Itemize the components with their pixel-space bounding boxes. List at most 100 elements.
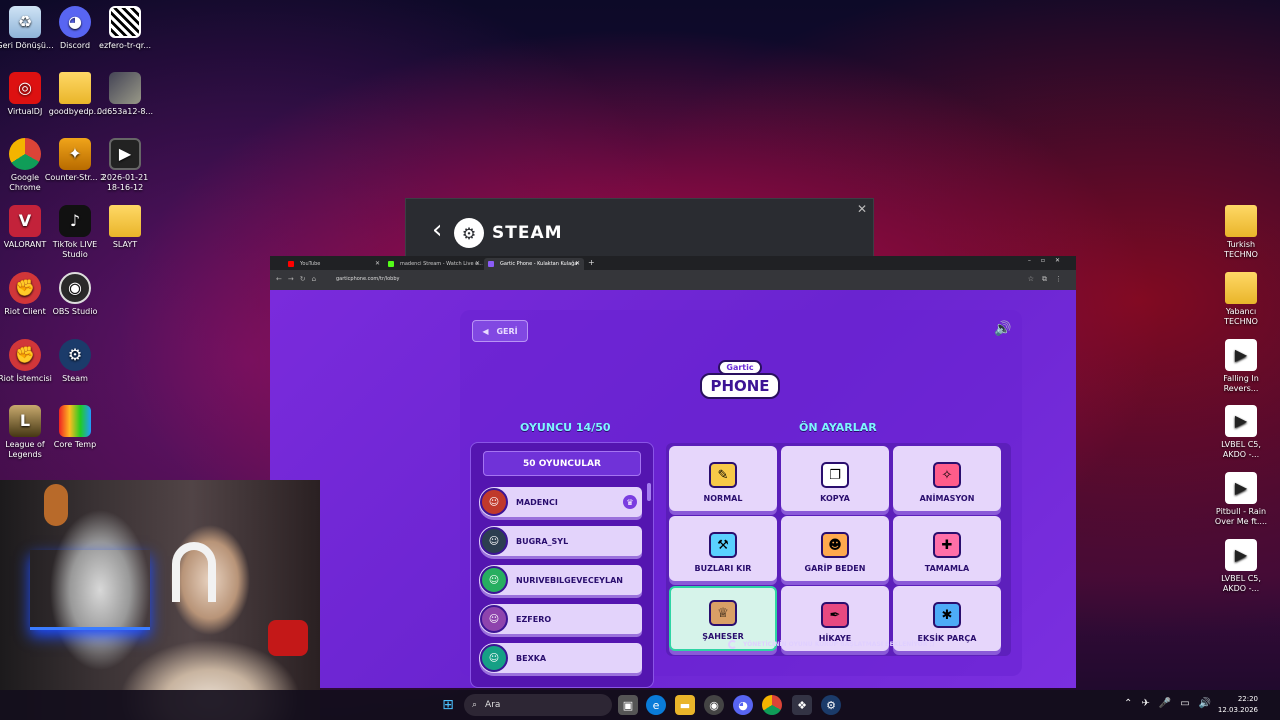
desktop-icon[interactable]: ▶ 2026-01-21 18-16-12	[94, 138, 156, 193]
file-explorer-icon[interactable]: ▬	[675, 695, 695, 715]
close-icon[interactable]: ✕	[575, 260, 580, 267]
missing-piece-icon: ✱	[933, 602, 961, 628]
preset-label: ANİMASYON	[919, 494, 975, 503]
desktop-icon-label: Yabancı TECHNO	[1224, 307, 1258, 326]
desktop-icon-label: LVBEL C5, AKDO -...	[1221, 440, 1261, 459]
desktop-icon[interactable]: Turkish TECHNO	[1210, 205, 1272, 260]
search-placeholder: Ara	[485, 700, 501, 710]
desktop-icon-label: OBS Studio	[52, 307, 98, 316]
new-tab-button[interactable]: +	[588, 258, 595, 267]
preset-card-buzlari kir[interactable]: ⚒ BUZLARI KIR	[669, 516, 777, 581]
url-field[interactable]: garticphone.com/tr/lobby	[336, 276, 399, 282]
preset-label: TAMAMLA	[924, 564, 970, 573]
gartic-phone-logo: Gartic PHONE	[700, 356, 780, 402]
folder-icon	[59, 72, 91, 104]
desktop-icon[interactable]: 0d653a12-8...	[94, 72, 156, 117]
preset-label: NORMAL	[703, 494, 743, 503]
close-icon[interactable]: ✕	[375, 260, 380, 267]
presets-heading: ÖN AYARLAR	[799, 421, 877, 434]
browser-tools[interactable]: ☆⧉⋮	[1028, 275, 1070, 284]
desktop-icon-label: Falling In Revers...	[1223, 374, 1259, 393]
back-button[interactable]: ◀ GERİ	[472, 320, 528, 342]
back-label: GERİ	[496, 326, 518, 336]
ice-hammer-icon: ⚒	[709, 532, 737, 558]
desktop-icon[interactable]: ▶ Falling In Revers...	[1210, 339, 1272, 394]
desktop-icon-label: Riot Client	[4, 307, 46, 316]
search-icon: ⌕	[472, 700, 478, 710]
desktop-icon[interactable]: ⚙ Steam	[44, 339, 106, 384]
task-view-icon[interactable]: ▣	[618, 695, 638, 715]
desktop-icon[interactable]: Yabancı TECHNO	[1210, 272, 1272, 327]
kick-icon	[388, 261, 394, 267]
browser-window: YouTube ✕ madenci Stream - Watch Live o.…	[270, 256, 1076, 688]
virtualdj-icon: ◎	[9, 72, 41, 104]
nav-buttons[interactable]: ←→↻⌂	[276, 275, 322, 283]
preset-label: BUZLARI KIR	[694, 564, 752, 573]
window-controls[interactable]: –▫✕	[1028, 257, 1070, 264]
avatar: ☺	[480, 566, 508, 594]
system-tray[interactable]: ⌃✈🎤▭🔊	[1124, 698, 1220, 709]
preset-card-ani̇masyon[interactable]: ✧ ANİMASYON	[893, 446, 1001, 511]
recycle-bin-icon: ♻	[9, 6, 41, 38]
qr-code-icon	[109, 6, 141, 38]
media-file-icon: ▶	[1225, 339, 1257, 371]
desktop-icon-label: LVBEL C5, AKDO -...	[1221, 574, 1261, 593]
player-row: ☺ EZFERO	[479, 604, 642, 634]
tab-youtube[interactable]: YouTube ✕	[284, 258, 384, 270]
desktop-icon[interactable]: ▶ LVBEL C5, AKDO -...	[1210, 405, 1272, 460]
preset-card-tamamla[interactable]: ✚ TAMAMLA	[893, 516, 1001, 581]
image-file-icon	[109, 72, 141, 104]
close-icon[interactable]: ✕	[857, 202, 867, 216]
story-scroll-icon: ✒	[821, 602, 849, 628]
player-name: NURIVEBILGEVECEYLAN	[516, 575, 623, 585]
obs-taskbar-icon[interactable]: ◉	[704, 695, 724, 715]
masterpiece-painting-icon: ♕	[709, 600, 737, 626]
desktop-icon-label: VALORANT	[3, 240, 47, 249]
tab-kick[interactable]: madenci Stream - Watch Live o... ✕	[384, 258, 484, 270]
riot-icon: ✊	[9, 339, 41, 371]
preset-card-gari̇p beden[interactable]: ☻ GARİP BEDEN	[781, 516, 889, 581]
desktop-icon[interactable]: SLAYT	[94, 205, 156, 250]
steam-logo-icon: ⚙	[454, 218, 484, 248]
complete-drawing-icon: ✚	[933, 532, 961, 558]
player-list: 50 OYUNCULAR ☺ MADENCI ♛ ☺ BUGRA_SYL ☺ NURIVEB…	[470, 442, 654, 688]
preset-card-normal[interactable]: ✎ NORMAL	[669, 446, 777, 511]
app-taskbar-icon[interactable]: ❖	[792, 695, 812, 715]
chrome-taskbar-icon[interactable]	[762, 695, 782, 715]
youtube-icon	[288, 261, 294, 267]
desktop-icon[interactable]: ▶ Pitbull - Rain Over Me ft....	[1210, 472, 1272, 527]
player-row: ☺ MADENCI ♛	[479, 487, 642, 517]
scrollbar[interactable]	[647, 483, 651, 501]
desktop-icon[interactable]: ◉ OBS Studio	[44, 272, 106, 317]
sound-icon[interactable]: 🔊	[994, 321, 1011, 337]
player-name: BUGRA_SYL	[516, 536, 569, 546]
discord-taskbar-icon[interactable]: ◕	[733, 695, 753, 715]
valorant-icon: V	[9, 205, 41, 237]
clock[interactable]: 22:20 12.03.2026	[1218, 694, 1258, 716]
taskbar: ⊞ ⌕ Ara ▣ e ▬ ◉ ◕ ❖ ⚙ ⌃✈🎤▭🔊 22:20 12.03.…	[0, 690, 1280, 720]
folder-icon	[109, 205, 141, 237]
windows-start-icon[interactable]: ⊞	[438, 695, 458, 715]
preset-card-kopya[interactable]: ❐ KOPYA	[781, 446, 889, 511]
lol-icon: L	[9, 405, 41, 437]
desktop-icon[interactable]: ezfero-tr-qr...	[94, 6, 156, 51]
close-icon[interactable]: ✕	[475, 260, 480, 267]
logo-main-text: PHONE	[700, 372, 780, 399]
avatar: ☺	[480, 605, 508, 633]
player-count-button[interactable]: 50 OYUNCULAR	[483, 451, 641, 476]
body-parts-icon: ☻	[821, 532, 849, 558]
chevron-left-icon[interactable]: ‹	[432, 217, 442, 243]
tab-gartic[interactable]: Gartic Phone - Kulaktan Kulağa ✕	[484, 258, 584, 270]
desktop-icon[interactable]: Core Temp	[44, 405, 106, 450]
edge-icon[interactable]: e	[646, 695, 666, 715]
gartic-icon	[488, 261, 494, 267]
waiting-text: YÖNETİCİNİN OYUNU KURUP BAŞLATMASI BEKLE…	[743, 641, 935, 648]
desktop-icon-label: Pitbull - Rain Over Me ft....	[1214, 507, 1268, 526]
desktop-icon-label: ezfero-tr-qr...	[99, 41, 151, 50]
steam-taskbar-icon[interactable]: ⚙	[821, 695, 841, 715]
desktop-icon[interactable]: ▶ LVBEL C5, AKDO -...	[1210, 539, 1272, 594]
crown-icon: ♛	[623, 495, 637, 509]
taskbar-search[interactable]: ⌕ Ara	[464, 694, 612, 716]
headphones	[172, 542, 216, 602]
avatar: ☺	[480, 527, 508, 555]
